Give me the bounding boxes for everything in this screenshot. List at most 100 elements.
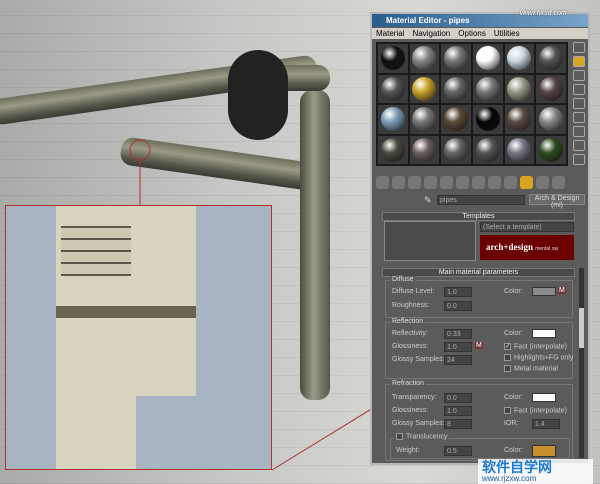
material-sphere bbox=[475, 76, 500, 101]
sample-slot[interactable] bbox=[504, 74, 535, 103]
material-sphere bbox=[507, 137, 532, 162]
templates-rollout-header[interactable]: Templates bbox=[382, 212, 575, 221]
make-preview-icon[interactable] bbox=[573, 112, 585, 123]
put-to-scene-icon[interactable] bbox=[392, 176, 405, 189]
copy-material-icon[interactable] bbox=[440, 176, 453, 189]
watermark-top: www.hxsd.com bbox=[520, 10, 567, 17]
menu-navigation[interactable]: Navigation bbox=[412, 29, 450, 38]
sample-slot[interactable] bbox=[441, 74, 471, 103]
checkbox[interactable] bbox=[504, 407, 511, 414]
sample-slot[interactable] bbox=[504, 105, 535, 134]
reflection-fast-checkbox[interactable]: ✓ Fast (interpolate) bbox=[504, 343, 567, 350]
sample-slot[interactable] bbox=[378, 44, 408, 73]
sample-slot[interactable] bbox=[409, 44, 440, 73]
sample-slot[interactable] bbox=[536, 135, 566, 164]
make-unique-icon[interactable] bbox=[456, 176, 469, 189]
glossiness-map-button[interactable]: M bbox=[475, 342, 483, 349]
arch-design-logo: arch+design mental ray bbox=[480, 235, 574, 260]
material-sphere bbox=[507, 76, 532, 101]
refraction-color-swatch[interactable] bbox=[532, 393, 556, 402]
transparency-spinner[interactable]: 0.0 bbox=[444, 393, 472, 403]
sample-type-icon[interactable] bbox=[573, 42, 585, 53]
diffuse-color-map-button[interactable]: M bbox=[558, 287, 566, 294]
refraction-glossiness-spinner[interactable]: 1.0 bbox=[444, 406, 472, 416]
sample-slot[interactable] bbox=[504, 44, 535, 73]
backlight-icon[interactable] bbox=[573, 56, 585, 67]
highlights-fg-checkbox[interactable]: Highlights+FG only bbox=[504, 354, 573, 361]
reflectivity-spinner[interactable]: 0.33 bbox=[444, 329, 472, 339]
sample-slot[interactable] bbox=[472, 74, 503, 103]
show-map-in-viewport-icon[interactable] bbox=[504, 176, 517, 189]
translucency-checkbox[interactable]: Translucency bbox=[394, 433, 450, 441]
background-icon[interactable] bbox=[573, 70, 585, 81]
reflection-color-swatch[interactable] bbox=[532, 329, 556, 338]
reflection-samples-spinner[interactable]: 24 bbox=[444, 355, 472, 365]
translucency-color-swatch[interactable] bbox=[532, 445, 556, 457]
material-type-button[interactable]: Arch & Design (mi) bbox=[529, 194, 585, 209]
material-sphere bbox=[444, 46, 469, 71]
sample-slot[interactable] bbox=[472, 44, 503, 73]
material-effects-channel-icon[interactable] bbox=[488, 176, 501, 189]
weight-spinner[interactable]: 0.5 bbox=[444, 446, 472, 456]
video-check-icon[interactable] bbox=[573, 98, 585, 109]
checkbox[interactable] bbox=[504, 365, 511, 372]
diffuse-level-label: Diffuse Level: bbox=[392, 288, 435, 295]
material-sphere bbox=[412, 107, 437, 132]
go-to-parent-icon[interactable] bbox=[536, 176, 549, 189]
watermark-bottom: 软件自学网 www.rjzxw.com bbox=[478, 459, 593, 484]
sample-slot[interactable] bbox=[472, 105, 503, 134]
rollout-scrollbar[interactable] bbox=[579, 268, 584, 458]
menu-utilities[interactable]: Utilities bbox=[494, 29, 520, 38]
material-sphere bbox=[412, 137, 437, 162]
material-editor-window: Material Editor - pipes Material Navigat… bbox=[370, 12, 590, 465]
diffuse-color-swatch[interactable] bbox=[532, 287, 556, 296]
roughness-label: Roughness: bbox=[392, 302, 430, 309]
sample-slot[interactable] bbox=[378, 74, 408, 103]
sample-slot[interactable] bbox=[536, 74, 566, 103]
templates-list[interactable] bbox=[384, 221, 476, 261]
sample-slot[interactable] bbox=[441, 44, 471, 73]
sample-slot[interactable] bbox=[378, 135, 408, 164]
checkbox[interactable] bbox=[396, 433, 403, 440]
material-name-dropdown[interactable]: pipes bbox=[437, 195, 525, 205]
assign-material-icon[interactable] bbox=[408, 176, 421, 189]
reflection-glossiness-spinner[interactable]: 1.0 bbox=[444, 342, 472, 352]
sample-slot[interactable] bbox=[536, 105, 566, 134]
sample-slot[interactable] bbox=[409, 135, 440, 164]
reflection-glossiness-label: Glossiness: bbox=[392, 343, 429, 350]
sample-slot[interactable] bbox=[441, 135, 471, 164]
select-by-material-icon[interactable] bbox=[573, 140, 585, 151]
sample-slot[interactable] bbox=[441, 105, 471, 134]
sample-slot[interactable] bbox=[536, 44, 566, 73]
material-sphere bbox=[444, 137, 469, 162]
uv-tiling-icon[interactable] bbox=[573, 84, 585, 95]
diffuse-level-spinner[interactable]: 1.0 bbox=[444, 287, 472, 297]
show-end-result-icon[interactable] bbox=[520, 176, 533, 189]
menu-options[interactable]: Options bbox=[458, 29, 486, 38]
material-sphere bbox=[412, 76, 437, 101]
checkbox-checked[interactable]: ✓ bbox=[504, 343, 511, 350]
get-material-icon[interactable] bbox=[376, 176, 389, 189]
menu-material[interactable]: Material bbox=[376, 29, 404, 38]
options-icon[interactable] bbox=[573, 126, 585, 137]
template-select[interactable]: (Select a template) bbox=[480, 222, 574, 232]
checkbox[interactable] bbox=[504, 354, 511, 361]
go-forward-sibling-icon[interactable] bbox=[552, 176, 565, 189]
sample-slot[interactable] bbox=[504, 135, 535, 164]
sample-slot[interactable] bbox=[378, 105, 408, 134]
reset-map-icon[interactable] bbox=[424, 176, 437, 189]
material-sphere bbox=[475, 46, 500, 71]
sample-slots-grid bbox=[376, 42, 568, 166]
metal-material-checkbox[interactable]: Metal material bbox=[504, 365, 558, 372]
roughness-spinner[interactable]: 0.0 bbox=[444, 301, 472, 311]
material-navigator-icon[interactable] bbox=[573, 154, 585, 165]
sample-slot[interactable] bbox=[409, 105, 440, 134]
sample-slot[interactable] bbox=[472, 135, 503, 164]
refraction-samples-spinner[interactable]: 8 bbox=[444, 419, 472, 429]
eyedropper-icon[interactable]: ✎ bbox=[424, 195, 432, 205]
ior-spinner[interactable]: 1.4 bbox=[532, 419, 560, 429]
put-to-library-icon[interactable] bbox=[472, 176, 485, 189]
sample-slot[interactable] bbox=[409, 74, 440, 103]
refraction-fast-checkbox[interactable]: Fast (interpolate) bbox=[504, 407, 567, 414]
material-sphere bbox=[507, 46, 532, 71]
